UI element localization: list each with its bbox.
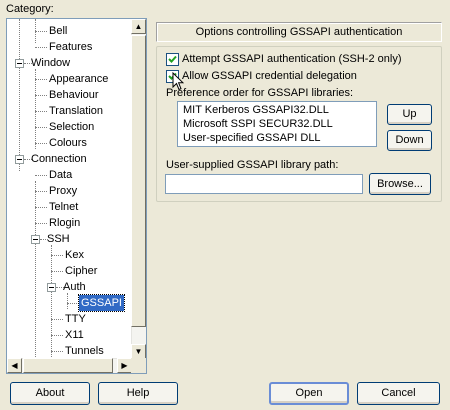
tree-line xyxy=(35,79,47,80)
tree-line xyxy=(35,191,47,192)
tree-horizontal-scrollbar[interactable]: ◀ ▶ xyxy=(7,358,132,373)
tree-item-features[interactable]: Features xyxy=(47,39,94,55)
panel-title: Options controlling GSSAPI authenticatio… xyxy=(156,22,442,42)
up-button[interactable]: Up xyxy=(387,104,432,125)
scrollbar-corner xyxy=(131,358,146,373)
down-button[interactable]: Down xyxy=(387,130,432,151)
tree-content: Bell Features Window Appearance Behaviou… xyxy=(7,19,132,359)
tree-item-behaviour[interactable]: Behaviour xyxy=(47,87,101,103)
checkmark-icon xyxy=(168,55,177,63)
tree-item-tty[interactable]: TTY xyxy=(63,311,88,327)
gssapi-library-list[interactable]: MIT Kerberos GSSAPI32.DLL Microsoft SSPI… xyxy=(177,101,377,147)
tree-line xyxy=(35,69,36,149)
attempt-gssapi-checkbox[interactable] xyxy=(166,53,179,66)
library-path-label: User-supplied GSSAPI library path: xyxy=(166,159,339,171)
tree-line xyxy=(19,19,20,171)
list-item[interactable]: User-specified GSSAPI DLL xyxy=(183,132,321,145)
tree-item-connection[interactable]: Connection xyxy=(29,151,89,167)
collapse-icon[interactable] xyxy=(31,235,40,244)
tree-item-translation[interactable]: Translation xyxy=(47,103,105,119)
tree-vertical-scrollbar[interactable]: ▲ ▼ xyxy=(131,19,146,359)
tree-item-colours[interactable]: Colours xyxy=(47,135,89,151)
tree-item-window[interactable]: Window xyxy=(29,55,72,71)
library-path-input[interactable] xyxy=(165,174,363,194)
tree-line xyxy=(67,303,79,304)
tree-item-ssh[interactable]: SSH xyxy=(45,231,72,247)
tree-line xyxy=(35,207,47,208)
scroll-right-icon[interactable]: ▶ xyxy=(117,358,132,373)
open-button[interactable]: Open xyxy=(269,382,349,405)
collapse-icon[interactable] xyxy=(15,155,24,164)
tree-line xyxy=(35,47,47,48)
attempt-gssapi-label[interactable]: Attempt GSSAPI authentication (SSH-2 onl… xyxy=(182,53,402,66)
category-tree[interactable]: Bell Features Window Appearance Behaviou… xyxy=(6,18,147,374)
tree-item-x11[interactable]: X11 xyxy=(63,327,86,343)
browse-button[interactable]: Browse... xyxy=(369,173,431,195)
tree-line xyxy=(51,245,52,359)
tree-item-tunnels[interactable]: Tunnels xyxy=(63,343,106,359)
tree-line xyxy=(35,31,47,32)
tree-line xyxy=(67,293,68,309)
tree-item-bell[interactable]: Bell xyxy=(47,23,69,39)
list-item[interactable]: MIT Kerberos GSSAPI32.DLL xyxy=(183,104,329,117)
tree-line xyxy=(35,111,47,112)
tree-line xyxy=(51,255,63,256)
tree-line xyxy=(35,143,47,144)
tree-item-telnet[interactable]: Telnet xyxy=(47,199,80,215)
tree-line xyxy=(35,175,47,176)
about-button[interactable]: About xyxy=(10,382,90,405)
tree-item-auth[interactable]: Auth xyxy=(61,279,88,295)
scroll-thumb[interactable] xyxy=(131,35,146,327)
tree-item-appearance[interactable]: Appearance xyxy=(47,71,110,87)
tree-line xyxy=(51,335,63,336)
tree-item-gssapi[interactable]: GSSAPI xyxy=(78,294,125,312)
scroll-up-icon[interactable]: ▲ xyxy=(131,19,146,34)
tree-line xyxy=(51,319,63,320)
collapse-icon[interactable] xyxy=(15,59,24,68)
preference-order-label: Preference order for GSSAPI libraries: xyxy=(166,87,354,99)
scroll-thumb-horizontal[interactable] xyxy=(23,358,113,373)
tree-line xyxy=(51,271,63,272)
help-button[interactable]: Help xyxy=(98,382,178,405)
list-item[interactable]: Microsoft SSPI SECUR32.DLL xyxy=(183,118,333,131)
tree-line xyxy=(35,127,47,128)
tree-item-proxy[interactable]: Proxy xyxy=(47,183,79,199)
tree-item-data[interactable]: Data xyxy=(47,167,74,183)
tree-item-selection[interactable]: Selection xyxy=(47,119,96,135)
cancel-button[interactable]: Cancel xyxy=(357,382,440,405)
tree-line xyxy=(35,223,47,224)
collapse-icon[interactable] xyxy=(47,283,56,292)
tree-line xyxy=(35,95,47,96)
category-label: Category: xyxy=(6,3,54,15)
tree-item-cipher[interactable]: Cipher xyxy=(63,263,99,279)
scroll-left-icon[interactable]: ◀ xyxy=(7,358,22,373)
allow-delegation-label[interactable]: Allow GSSAPI credential delegation xyxy=(182,70,357,83)
tree-line xyxy=(51,351,63,352)
scroll-down-icon[interactable]: ▼ xyxy=(131,344,146,359)
tree-item-rlogin[interactable]: Rlogin xyxy=(47,215,82,231)
tree-item-kex[interactable]: Kex xyxy=(63,247,86,263)
